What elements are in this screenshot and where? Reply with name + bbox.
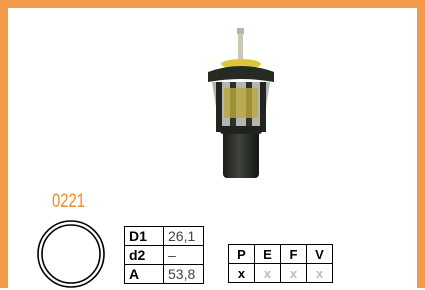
dimension-value: –	[163, 245, 204, 265]
o-ring-icon	[37, 220, 105, 288]
feature-header: V	[306, 244, 333, 264]
dimension-label: D1	[124, 226, 164, 246]
product-card: 0221 D1 26,1 d2 – A 53,8 P E F V x x x x	[0, 0, 425, 288]
dimensions-table: D1 26,1 d2 – A 53,8	[124, 226, 204, 284]
feature-mark: x	[280, 263, 307, 283]
features-header-row: P E F V	[228, 244, 333, 264]
feature-mark: x	[254, 263, 281, 283]
dimension-row: A 53,8	[124, 264, 204, 284]
features-table: P E F V x x x x	[228, 244, 333, 283]
feature-header: F	[280, 244, 307, 264]
dimension-value: 26,1	[163, 226, 204, 246]
dimension-value: 53,8	[163, 264, 204, 284]
thermostat-image	[208, 28, 274, 178]
feature-header: P	[228, 244, 255, 264]
feature-header: E	[254, 244, 281, 264]
feature-mark: x	[306, 263, 333, 283]
feature-mark: x	[228, 263, 255, 283]
dimension-row: d2 –	[124, 245, 204, 265]
features-value-row: x x x x	[228, 263, 333, 283]
product-code: 0221	[52, 191, 85, 212]
dimension-label: d2	[124, 245, 164, 265]
dimension-label: A	[124, 264, 164, 284]
dimension-row: D1 26,1	[124, 226, 204, 246]
